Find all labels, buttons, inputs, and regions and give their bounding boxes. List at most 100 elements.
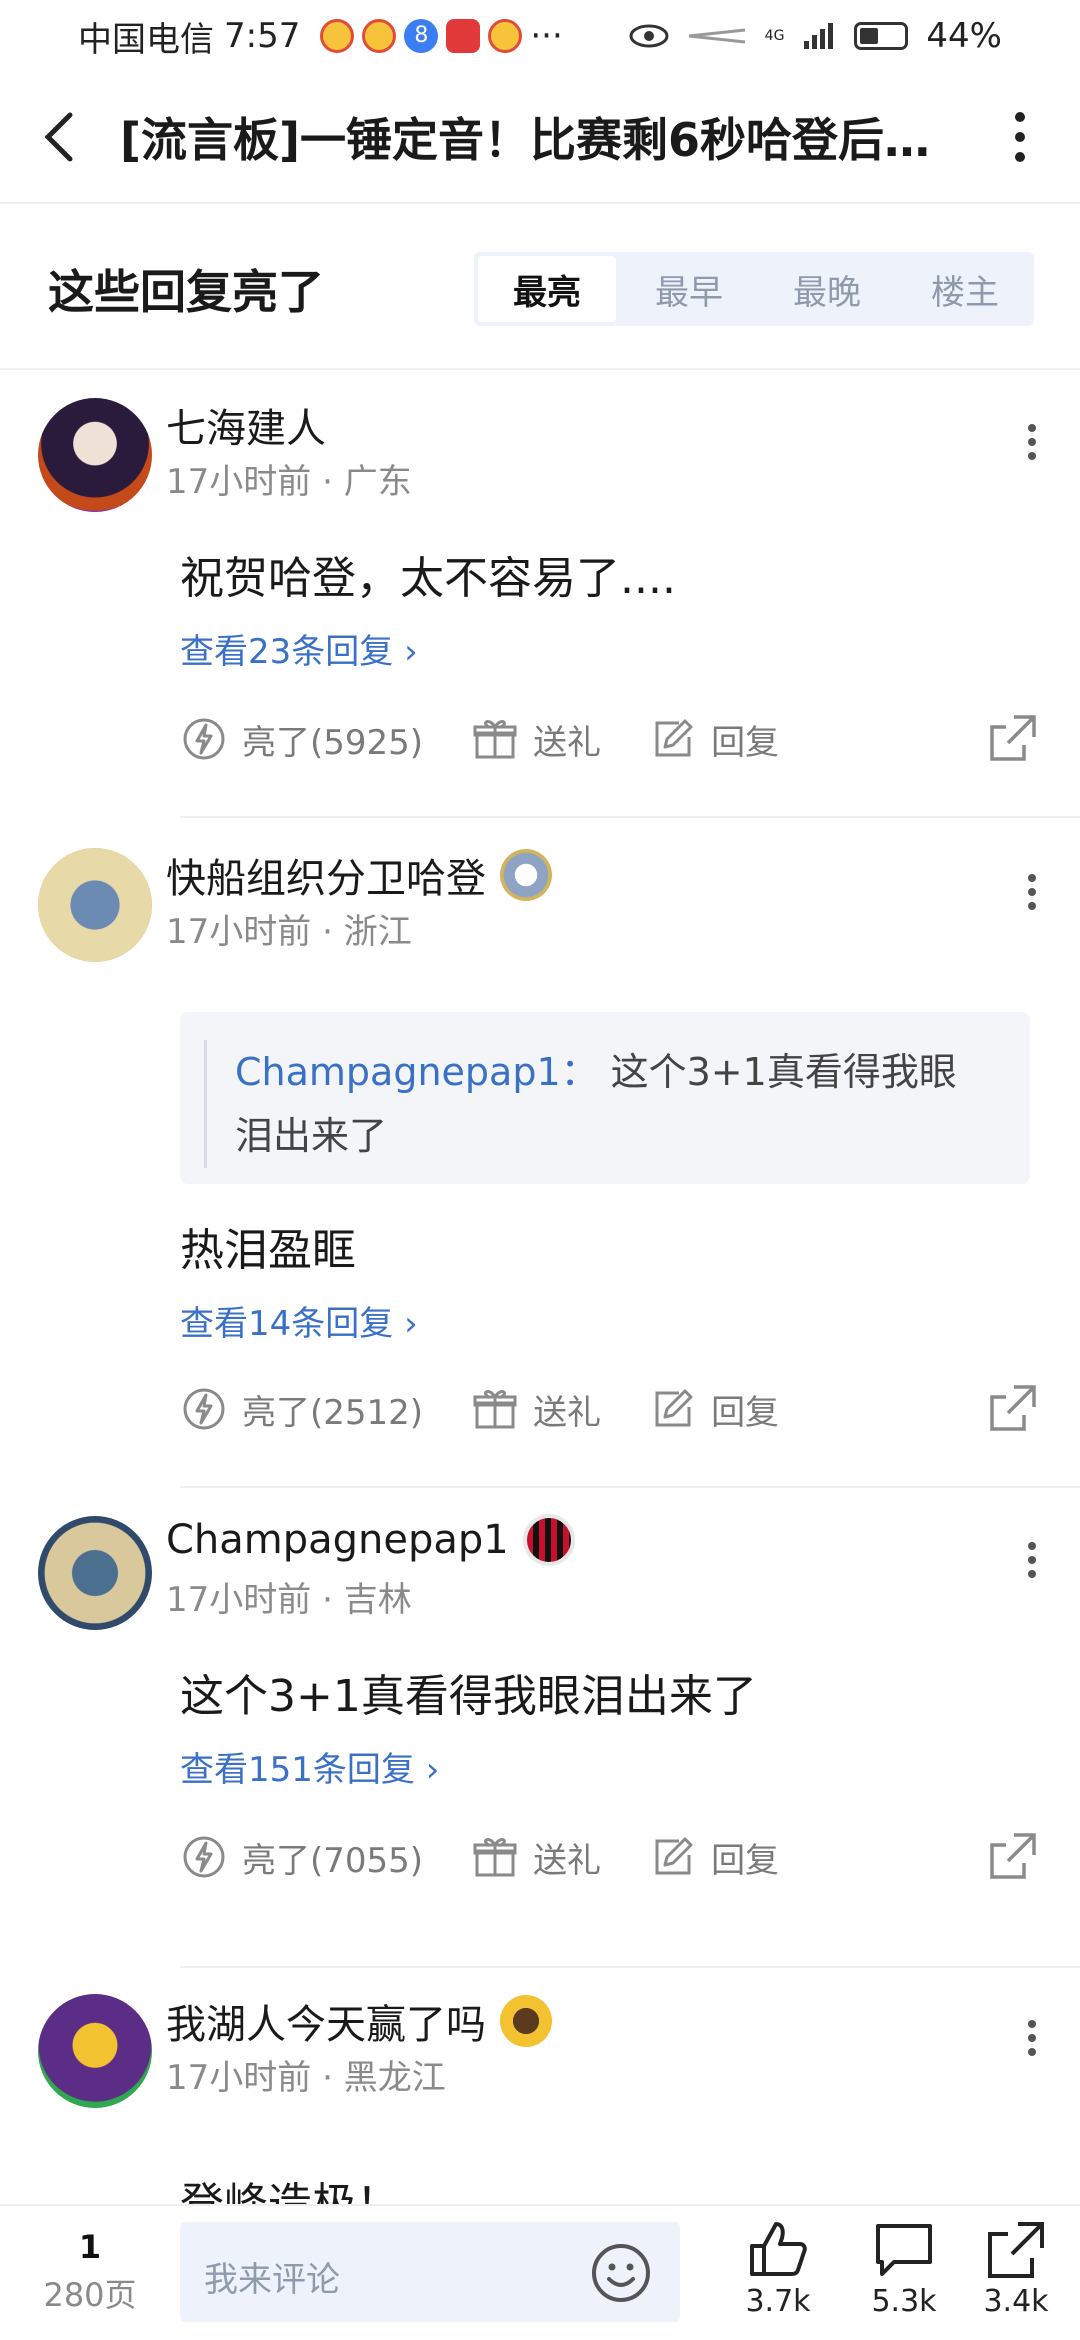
tab-brightest[interactable]: 最亮 [478,256,616,322]
signal-icon [804,23,834,49]
avatar[interactable] [38,1994,152,2108]
comment-text: 祝贺哈登，太不容易了.... [180,553,676,604]
comment-more-button[interactable] [1012,1536,1052,1596]
total-pages: 280页 [43,2276,137,2314]
share-count: 3.4k [983,2284,1049,2319]
quote-username[interactable]: Champagnepap1： [235,1050,599,1094]
team-badge-icon [522,1514,575,1566]
comment-meta: 17小时前 · 广东 [166,462,412,502]
team-badge-icon [500,849,552,901]
light-button[interactable]: 亮了(7055) [180,1833,423,1882]
section-header: 这些回复亮了 最亮 最早 最晚 楼主 [0,204,1080,370]
comment-actions: 亮了(2512) 送礼 回复 [180,1374,1040,1444]
book-app-icon [446,19,481,53]
light-button[interactable]: 亮了(2512) [180,1385,423,1434]
quote-content: Champagnepap1： 这个3+1真看得我眼泪出来了 [204,1040,994,1168]
comments-button[interactable]: 5.3k [854,2218,954,2319]
light-button[interactable]: 亮了(5925) [180,715,423,764]
network-type: 4G [764,28,785,44]
comment-item: 快船组织分卫哈登 17小时前 · 浙江 Champagnepap1： 这个3+1真… [0,822,1080,1488]
avatar[interactable] [38,1516,152,1630]
comment-input[interactable]: 我来评论 [180,2222,680,2322]
more-vertical-icon [1015,112,1025,162]
view-replies-link[interactable]: 查看151条回复 › [180,1742,439,1791]
comment-actions: 亮了(5925) 送礼 回复 [180,704,1040,774]
comment-text: 登峰造极！ [180,2168,400,2204]
username[interactable]: 快船组织分卫哈登 [166,846,552,904]
comment-actions: 亮了(7055) 送礼 回复 [180,1822,1040,1892]
gift-icon [473,1390,517,1429]
reply-button[interactable]: 回复 [649,1385,779,1434]
comment-item: Champagnepap1 17小时前 · 吉林 这个3+1真看得我眼泪出来了 … [0,1490,1080,1970]
like-count: 3.7k [745,2284,811,2319]
quoted-comment[interactable]: Champagnepap1： 这个3+1真看得我眼泪出来了 [180,1012,1030,1184]
share-icon[interactable] [984,1829,1040,1885]
reply-button[interactable]: 回复 [649,715,779,764]
edit-icon [655,1837,693,1875]
comment-text: 这个3+1真看得我眼泪出来了 [180,1671,757,1722]
comment-more-button[interactable] [1012,418,1052,478]
comment-meta: 17小时前 · 黑龙江 [166,2058,446,2098]
status-bar: 中国电信 7:57 8 ··· 4G 44% [0,0,1080,72]
comment-more-button[interactable] [1012,2014,1052,2074]
carrier-label: 中国电信 [78,19,214,60]
eye-icon [629,24,669,48]
battery-icon [854,22,909,50]
gift-button[interactable]: 送礼 [471,1385,601,1434]
share-button[interactable]: 3.4k [966,2218,1066,2319]
comment-meta: 17小时前 · 浙江 [166,912,412,952]
weibo-icon [320,19,355,53]
page-title: [流言板]一锤定音！比赛剩6秒哈登后… [120,113,931,167]
reply-button[interactable]: 回复 [649,1833,779,1882]
clock: 7:57 [224,16,301,56]
lightning-icon [183,1836,225,1878]
comment-item: 七海建人 17小时前 · 广东 祝贺哈登，太不容易了.... 查看23条回复 ›… [0,372,1080,820]
gift-icon [473,720,517,759]
lightning-icon [183,1388,225,1430]
comment-text: 热泪盈眶 [180,1225,356,1276]
share-icon[interactable] [984,711,1040,767]
tab-earliest[interactable]: 最早 [620,252,758,326]
view-replies-link[interactable]: 查看14条回复 › [180,1296,418,1345]
app-8-icon: 8 [404,19,439,53]
username[interactable]: Champagnepap1 [166,1514,575,1566]
gift-icon [473,1838,517,1877]
top-nav-bar: [流言板]一锤定音！比赛剩6秒哈登后… [0,72,1080,204]
bottom-bar: 1 280页 我来评论 3.7k 5.3k 3.4k [0,2204,1080,2340]
divider [180,816,1080,818]
comment-meta: 17小时前 · 吉林 [166,1580,412,1620]
gift-button[interactable]: 送礼 [471,1833,601,1882]
sort-tabs: 最亮 最早 最晚 楼主 [474,252,1034,326]
avatar[interactable] [38,848,152,962]
gift-button[interactable]: 送礼 [471,715,601,764]
like-button[interactable]: 3.7k [728,2218,828,2319]
comment-more-button[interactable] [1012,868,1052,928]
battery-percent: 44% [926,16,1002,56]
edit-icon [655,719,693,757]
weibo-icon [488,19,523,53]
back-button[interactable] [0,71,120,203]
emoji-icon[interactable] [590,2242,652,2304]
view-replies-link[interactable]: 查看23条回复 › [180,624,418,673]
share-out-icon [988,2222,1044,2278]
notification-icons: 8 ··· [320,16,563,56]
comment-item: 我湖人今天赢了吗 17小时前 · 黑龙江 登峰造极！ [0,1968,1080,2204]
comment-count: 5.3k [871,2284,937,2319]
share-icon[interactable] [984,1381,1040,1437]
more-options-button[interactable] [960,71,1080,203]
username[interactable]: 七海建人 [166,396,326,454]
edit-icon [655,1389,693,1427]
comment-placeholder: 我来评论 [204,2260,340,2300]
tab-op-only[interactable]: 楼主 [896,252,1034,326]
thumbs-up-icon [750,2222,807,2276]
username[interactable]: 我湖人今天赢了吗 [166,1992,552,2050]
section-title: 这些回复亮了 [48,265,324,319]
weibo-icon [362,19,397,53]
current-page: 1 [78,2228,102,2266]
tab-latest[interactable]: 最晚 [758,252,896,326]
page-indicator[interactable]: 1 280页 [30,2228,150,2316]
avatar[interactable] [38,398,152,512]
back-arrow-icon [44,112,73,162]
lightning-icon [183,718,225,760]
more-notifications: ··· [530,16,563,56]
